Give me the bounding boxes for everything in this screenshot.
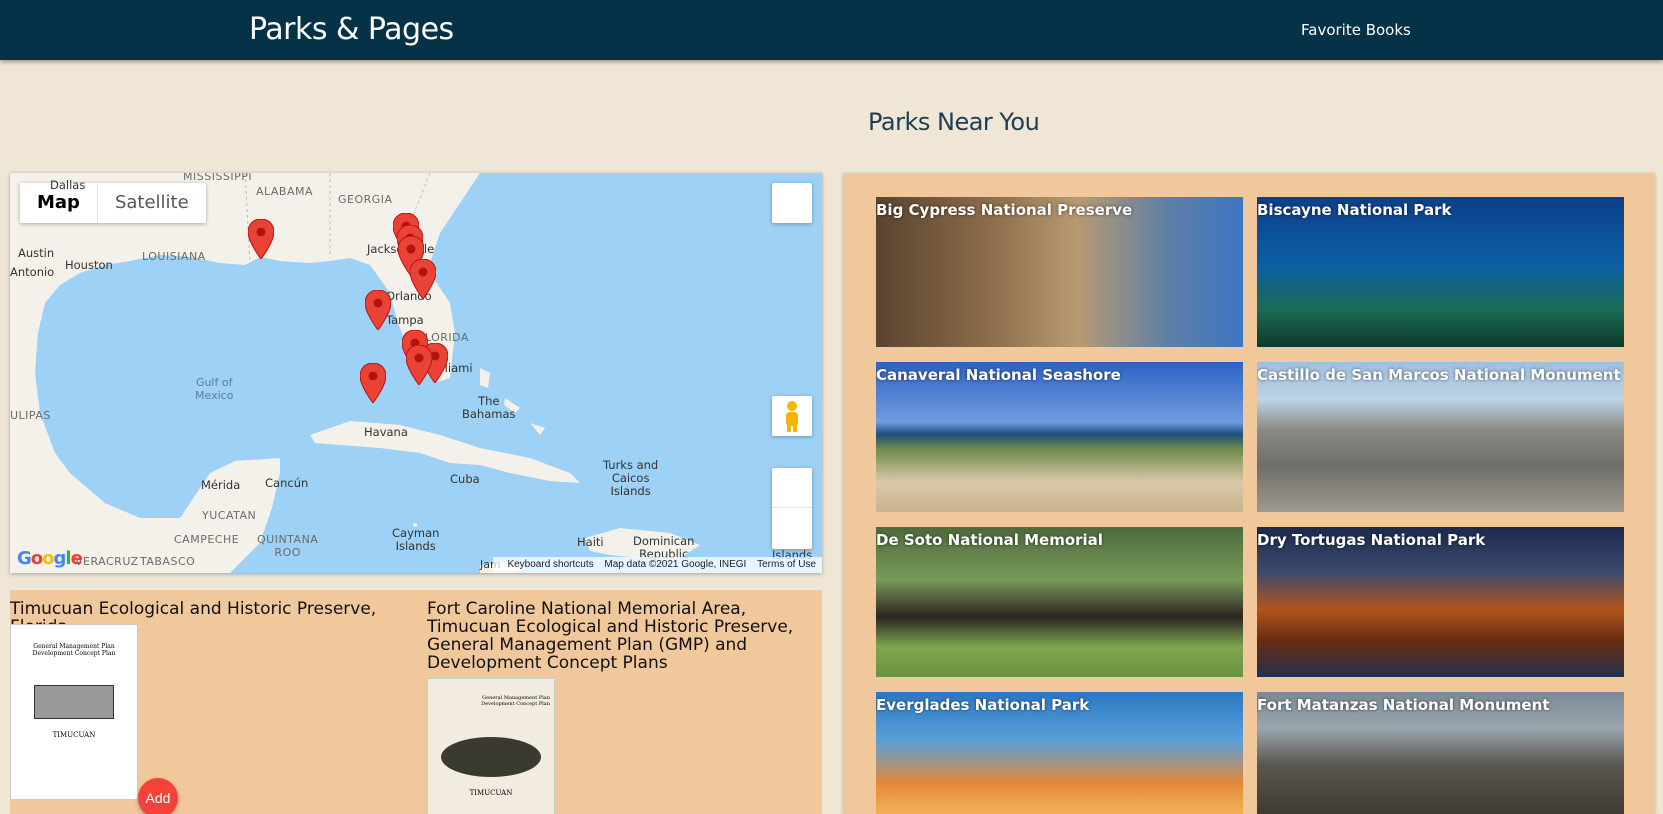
book-cover-image[interactable]: General Management Plan Development Conc…: [427, 678, 555, 814]
map-label-dallas: Dallas: [50, 178, 86, 192]
parks-map[interactable]: Map Satellite Dallas MISSISSIPPI ALABAMA…: [10, 173, 822, 573]
park-name: Dry Tortugas National Park: [1257, 531, 1486, 549]
park-card[interactable]: Canaveral National Seashore: [876, 362, 1243, 512]
park-card[interactable]: Fort Matanzas National Monument: [1257, 692, 1624, 814]
map-label-tabasco: TABASCO: [140, 555, 196, 568]
nav-favorite-books-link[interactable]: Favorite Books: [1301, 21, 1411, 39]
map-label-antonio: Antonio: [10, 265, 55, 279]
map-label-havana: Havana: [364, 425, 408, 439]
brand-title[interactable]: Parks & Pages: [249, 12, 454, 47]
park-card[interactable]: Big Cypress National Preserve: [876, 197, 1243, 347]
map-label-houston: Houston: [65, 258, 113, 272]
book-cover-image[interactable]: General Management Plan Development Conc…: [10, 624, 138, 800]
map-label-georgia: GEORGIA: [338, 193, 393, 206]
map-label-ulipas: ULIPAS: [10, 409, 51, 422]
fullscreen-button[interactable]: [772, 183, 812, 223]
cover-subtitle: TIMUCUAN: [469, 789, 513, 797]
park-name: Canaveral National Seashore: [876, 366, 1121, 384]
park-name: Everglades National Park: [876, 696, 1090, 714]
google-logo: Google: [17, 548, 83, 569]
map-marker-pin[interactable]: [406, 345, 432, 385]
book-title[interactable]: Fort Caroline National Memorial Area, Ti…: [427, 600, 817, 672]
park-name: Big Cypress National Preserve: [876, 201, 1133, 219]
map-data-text: Map data ©2021 Google, INEGI: [604, 559, 747, 570]
park-card[interactable]: Dry Tortugas National Park: [1257, 527, 1624, 677]
park-card[interactable]: Everglades National Park: [876, 692, 1243, 814]
terms-of-use-link[interactable]: Terms of Use: [757, 559, 816, 570]
map-attribution: Keyboard shortcuts Map data ©2021 Google…: [493, 557, 822, 573]
park-card[interactable]: Biscayne National Park: [1257, 197, 1624, 347]
street-view-pegman-icon[interactable]: [772, 396, 812, 436]
map-label-turks-caicos: Turks and Caicos Islands: [603, 458, 659, 498]
map-label-austin: Austin: [18, 246, 55, 260]
map-label-mississippi: MISSISSIPPI: [183, 173, 253, 183]
park-name: Castillo de San Marcos National Monument: [1257, 366, 1621, 384]
park-name: Fort Matanzas National Monument: [1257, 696, 1550, 714]
map-marker-pin[interactable]: [248, 219, 274, 259]
zoom-in-button[interactable]: [772, 468, 812, 508]
add-book-button[interactable]: Add: [138, 778, 178, 814]
book-card[interactable]: Fort Caroline National Memorial Area, Ti…: [427, 600, 817, 672]
books-panel: Timucuan Ecological and Historic Preserv…: [10, 590, 822, 814]
map-marker-pin[interactable]: [365, 290, 391, 330]
map-label-yucatan: YUCATAN: [202, 509, 257, 522]
park-name: De Soto National Memorial: [876, 531, 1103, 549]
zoom-out-button[interactable]: [772, 508, 812, 548]
map-type-satellite-button[interactable]: Satellite: [98, 183, 206, 223]
map-label-tampa: Tampa: [386, 313, 424, 327]
map-label-gulf-of-mexico: Gulf of Mexico: [195, 376, 234, 402]
map-label-cuba: Cuba: [450, 472, 480, 486]
map-label-cayman: Cayman Islands: [392, 526, 440, 553]
cover-illustration: [34, 685, 114, 719]
map-label-cancun: Cancún: [265, 476, 309, 490]
map-label-veracruz: VERACRUZ: [75, 555, 139, 568]
top-navbar: Parks & Pages Favorite Books: [0, 0, 1663, 60]
page-title: Parks Near You: [868, 108, 1040, 136]
park-name: Biscayne National Park: [1257, 201, 1452, 219]
map-type-control: Map Satellite: [20, 183, 206, 223]
map-label-haiti: Haiti: [577, 535, 604, 549]
parks-grid: Big Cypress National Preserve Biscayne N…: [843, 173, 1655, 814]
map-label-bahamas: The Bahamas: [462, 394, 516, 421]
cover-heading: General Management Plan Development Conc…: [32, 643, 116, 657]
map-label-merida: Mérida: [201, 478, 241, 492]
map-label-campeche: CAMPECHE: [174, 533, 240, 546]
cover-subtitle: TIMUCUAN: [52, 731, 96, 739]
zoom-control: [772, 468, 812, 549]
map-label-quintana-roo: QUINTANA ROO: [257, 533, 319, 559]
map-label-alabama: ALABAMA: [256, 185, 314, 198]
cover-illustration: [441, 737, 541, 777]
keyboard-shortcuts-link[interactable]: Keyboard shortcuts: [507, 559, 593, 570]
map-label-louisiana: LOUISIANA: [142, 250, 206, 263]
map-marker-pin[interactable]: [360, 363, 386, 403]
park-card[interactable]: De Soto National Memorial: [876, 527, 1243, 677]
map-marker-pin[interactable]: [410, 259, 436, 299]
park-card[interactable]: Castillo de San Marcos National Monument: [1257, 362, 1624, 512]
cover-heading: General Management Plan Development Conc…: [481, 695, 550, 707]
